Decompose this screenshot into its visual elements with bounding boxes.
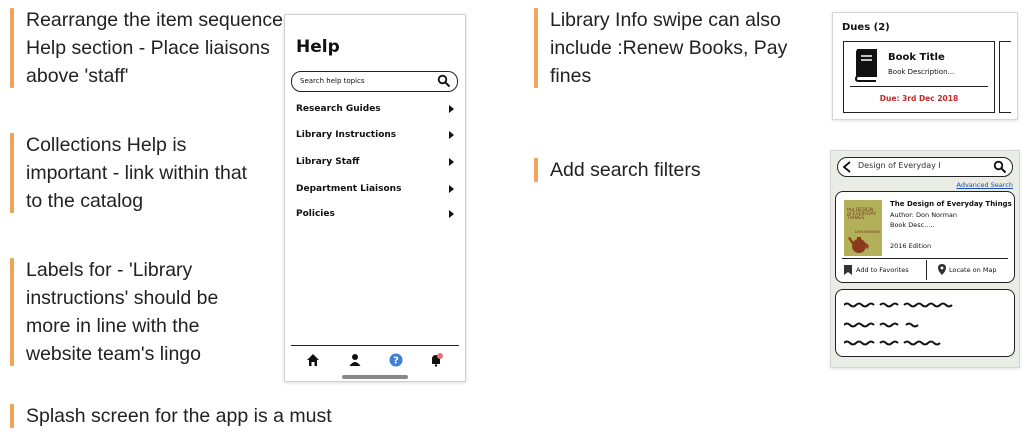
search-query: Design of Everyday I bbox=[858, 161, 941, 170]
due-date: Due: 3rd Dec 2018 bbox=[879, 94, 959, 103]
help-screen-mockup: Help Search help topics Research Guides … bbox=[284, 14, 466, 382]
add-to-favorites-label: Add to Favorites bbox=[856, 266, 909, 274]
search-result-card[interactable]: the DESIGN of EVERYDAY THINGS DON NORMAN… bbox=[835, 191, 1015, 283]
note-accent-bar bbox=[10, 404, 14, 428]
locate-on-map-label: Locate on Map bbox=[949, 266, 997, 274]
result-description: Book Desc..... bbox=[890, 221, 935, 229]
note-splash-screen: Splash screen for the app is a must bbox=[0, 402, 420, 430]
help-search-input[interactable]: Search help topics bbox=[291, 71, 458, 92]
bottom-nav-bar: ? bbox=[285, 348, 465, 374]
card-divider bbox=[842, 258, 1008, 259]
result-author: Author: Don Norman bbox=[890, 211, 958, 219]
help-title: Help bbox=[296, 37, 340, 57]
help-item-policies[interactable]: Policies bbox=[296, 207, 456, 221]
nav-divider bbox=[291, 345, 459, 346]
advanced-search-link[interactable]: Advanced Search bbox=[956, 181, 1013, 189]
home-icon[interactable] bbox=[306, 353, 320, 367]
note-collections-help: Collections Help is important - link wit… bbox=[0, 131, 260, 215]
chevron-right-icon bbox=[449, 210, 454, 218]
teapot-icon bbox=[848, 237, 869, 253]
add-to-favorites-button[interactable]: Add to Favorites bbox=[844, 264, 909, 276]
help-item-label: Library Instructions bbox=[296, 130, 397, 140]
chevron-right-icon bbox=[449, 105, 454, 113]
book-description: Book Description... bbox=[888, 68, 955, 76]
note-text: Rearrange the item sequence: Help sectio… bbox=[26, 9, 289, 87]
help-item-label: Library Staff bbox=[296, 157, 360, 167]
user-icon[interactable] bbox=[348, 353, 362, 367]
dues-panel-mockup: Dues (2) Book Title Book Description... … bbox=[832, 12, 1018, 120]
note-text: Splash screen for the app is a must bbox=[26, 405, 332, 427]
bookmark-icon bbox=[844, 265, 852, 275]
help-item-label: Research Guides bbox=[296, 104, 381, 114]
note-labels: Labels for - 'Library instructions' shou… bbox=[0, 256, 260, 368]
book-icon bbox=[854, 49, 877, 82]
note-rearrange-items: Rearrange the item sequence: Help sectio… bbox=[0, 6, 290, 90]
help-item-library-staff[interactable]: Library Staff bbox=[296, 155, 456, 169]
home-indicator bbox=[342, 375, 408, 379]
search-filters-box[interactable] bbox=[835, 289, 1015, 357]
chevron-right-icon bbox=[449, 131, 454, 139]
dues-book-card[interactable]: Book Title Book Description... Due: 3rd … bbox=[843, 41, 995, 113]
note-accent-bar bbox=[10, 258, 14, 366]
locate-on-map-button[interactable]: Locate on Map bbox=[938, 264, 997, 276]
chevron-left-icon[interactable] bbox=[842, 161, 852, 173]
search-icon[interactable] bbox=[993, 160, 1007, 174]
note-search-filters: Add search filters bbox=[524, 156, 824, 184]
search-bar[interactable]: Design of Everyday I bbox=[837, 157, 1013, 177]
help-item-research-guides[interactable]: Research Guides bbox=[296, 102, 456, 116]
note-library-info-swipe: Library Info swipe can also include :Ren… bbox=[524, 6, 824, 90]
help-search-placeholder: Search help topics bbox=[300, 77, 365, 85]
chevron-right-icon bbox=[449, 158, 454, 166]
scribble-line bbox=[844, 322, 919, 328]
book-title: Book Title bbox=[888, 52, 945, 63]
result-edition: 2016 Edition bbox=[890, 242, 932, 250]
scribble-line bbox=[844, 340, 941, 346]
action-divider bbox=[926, 260, 927, 280]
note-accent-bar bbox=[534, 158, 538, 182]
note-accent-bar bbox=[10, 133, 14, 213]
next-card-peek[interactable] bbox=[999, 41, 1011, 113]
note-text: Labels for - 'Library instructions' shou… bbox=[26, 259, 219, 365]
note-accent-bar bbox=[10, 8, 14, 88]
cover-title-line: THINGS bbox=[847, 216, 865, 221]
help-item-label: Department Liaisons bbox=[296, 184, 402, 194]
scribble-line bbox=[844, 302, 953, 308]
chevron-right-icon bbox=[449, 185, 454, 193]
card-divider bbox=[850, 86, 988, 87]
bell-icon[interactable] bbox=[429, 353, 443, 367]
help-item-department-liaisons[interactable]: Department Liaisons bbox=[296, 182, 456, 196]
search-screen-mockup: Design of Everyday I Advanced Search the… bbox=[830, 150, 1020, 368]
note-text: Library Info swipe can also include :Ren… bbox=[550, 9, 788, 87]
help-item-library-instructions[interactable]: Library Instructions bbox=[296, 128, 456, 142]
note-text: Collections Help is important - link wit… bbox=[26, 134, 248, 212]
dues-title: Dues (2) bbox=[842, 22, 890, 33]
result-title: The Design of Everyday Things bbox=[890, 200, 1012, 208]
map-pin-icon bbox=[938, 264, 946, 275]
help-item-label: Policies bbox=[296, 209, 335, 219]
svg-text:?: ? bbox=[393, 356, 399, 367]
book-cover-image: the DESIGN of EVERYDAY THINGS DON NORMAN bbox=[844, 200, 882, 256]
note-text: Add search filters bbox=[550, 159, 701, 181]
search-icon bbox=[437, 74, 451, 88]
note-accent-bar bbox=[534, 8, 538, 88]
help-icon[interactable]: ? bbox=[389, 353, 403, 367]
